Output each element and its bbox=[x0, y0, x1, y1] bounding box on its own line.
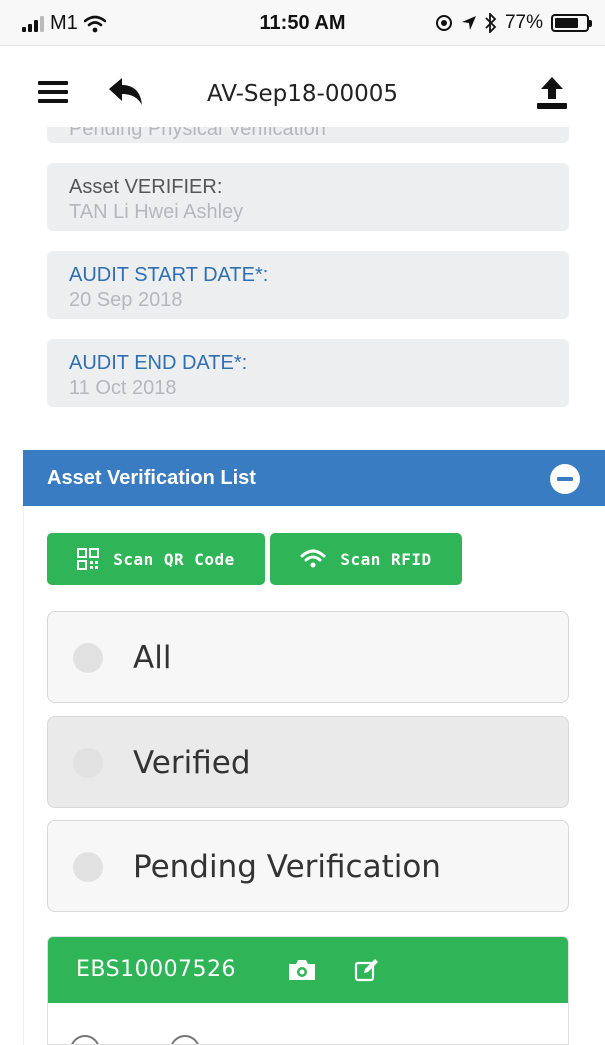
radio-button[interactable] bbox=[70, 1035, 100, 1044]
verifier-label: Asset VERIFIER: bbox=[69, 176, 223, 198]
asset-verification-panel-header[interactable]: Asset Verification List bbox=[23, 450, 605, 506]
status-bar: M1 11:50 AM 77% bbox=[0, 0, 605, 46]
radio-button[interactable] bbox=[73, 852, 103, 882]
asset-id: EBS10007526 bbox=[76, 957, 237, 982]
scan-qr-button[interactable]: Scan QR Code bbox=[47, 533, 265, 585]
battery-level bbox=[555, 18, 579, 28]
radio-button[interactable] bbox=[73, 643, 103, 673]
audit-end-value: 11 Oct 2018 bbox=[69, 377, 177, 399]
scan-rfid-button[interactable]: Scan RFID bbox=[270, 533, 462, 585]
edit-icon[interactable] bbox=[354, 957, 380, 983]
panel-title: Asset Verification List bbox=[47, 467, 256, 489]
filter-label: Verified bbox=[133, 745, 251, 781]
collapse-button[interactable] bbox=[550, 464, 580, 494]
status-value: Pending Physical Verification bbox=[69, 127, 326, 140]
verifier-value: TAN Li Hwei Ashley bbox=[69, 201, 244, 223]
filter-pending-verification[interactable]: Pending Verification bbox=[47, 820, 569, 912]
location-lock-icon bbox=[435, 15, 452, 31]
status-right: 77% bbox=[435, 12, 592, 34]
wifi-icon bbox=[300, 549, 326, 568]
audit-end-label: AUDIT END DATE*: bbox=[69, 352, 248, 374]
filter-verified[interactable]: Verified bbox=[47, 716, 569, 808]
scan-rfid-label: Scan RFID bbox=[340, 549, 432, 569]
audit-start-field[interactable]: AUDIT START DATE*: 20 Sep 2018 bbox=[47, 251, 569, 319]
audit-start-label: AUDIT START DATE*: bbox=[69, 264, 269, 286]
audit-start-value: 20 Sep 2018 bbox=[69, 289, 183, 311]
camera-icon[interactable] bbox=[287, 958, 317, 982]
nav-bar: AV-Sep18-00005 bbox=[0, 47, 605, 127]
battery-icon bbox=[551, 14, 592, 32]
verifier-field: Asset VERIFIER: TAN Li Hwei Ashley bbox=[47, 163, 569, 231]
radio-button[interactable] bbox=[170, 1035, 200, 1044]
upload-icon[interactable] bbox=[535, 75, 569, 111]
bluetooth-icon bbox=[485, 13, 497, 33]
asset-card-header[interactable]: EBS10007526 bbox=[48, 937, 568, 1003]
filter-label: Pending Verification bbox=[133, 849, 441, 885]
scan-qr-label: Scan QR Code bbox=[113, 549, 235, 569]
app-screen: M1 11:50 AM 77% AV-Sep18-00005 Pending P… bbox=[0, 0, 605, 1045]
location-arrow-icon bbox=[461, 16, 476, 30]
filter-all[interactable]: All bbox=[47, 611, 569, 703]
radio-button[interactable] bbox=[73, 748, 103, 778]
battery-percent: 77% bbox=[504, 12, 543, 33]
audit-end-field[interactable]: AUDIT END DATE*: 11 Oct 2018 bbox=[47, 339, 569, 407]
filter-label: All bbox=[133, 640, 172, 676]
status-field: Pending Physical Verification bbox=[47, 127, 569, 143]
qr-code-icon bbox=[77, 548, 100, 570]
page-title: AV-Sep18-00005 bbox=[206, 81, 399, 107]
asset-card: EBS10007526 bbox=[47, 936, 569, 1045]
